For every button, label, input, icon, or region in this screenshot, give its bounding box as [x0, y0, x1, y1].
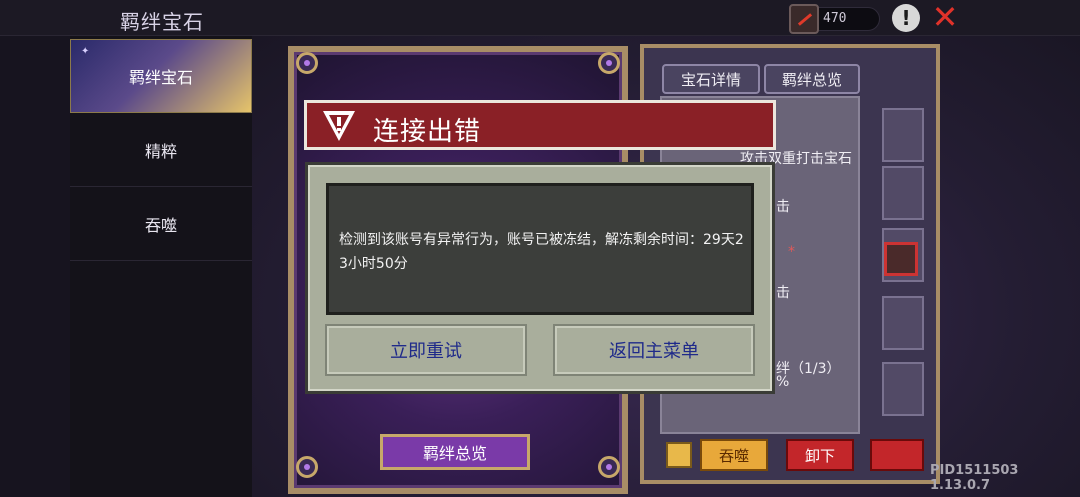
dialog-title: 连接出错: [373, 117, 482, 147]
close-button[interactable]: ✕: [930, 0, 960, 36]
message-box: 检测到该账号有异常行为，账号已被冻结，解冻剩余时间：29天23小时50分: [326, 183, 754, 315]
sidebar: 羁绊宝石 精粹 吞噬: [70, 36, 252, 497]
red-gem-icon: [884, 242, 918, 276]
corner-gem-icon: [598, 456, 620, 478]
currency-display: 470: [789, 4, 880, 34]
warning-icon: [323, 111, 355, 141]
retry-button[interactable]: 立即重试: [325, 324, 527, 376]
top-bar: 羁绊宝石 470 ! ✕: [0, 0, 1080, 36]
corner-gem-icon: [296, 52, 318, 74]
corner-gem-icon: [296, 456, 318, 478]
stat-text: 击: [776, 285, 790, 301]
lock-button[interactable]: [666, 442, 692, 468]
bond-overview-button[interactable]: 羁绊总览: [380, 434, 530, 470]
gem-slot[interactable]: [882, 108, 924, 162]
sidebar-item-label: 精粹: [144, 141, 177, 161]
sidebar-item-devour[interactable]: 吞噬: [70, 187, 252, 261]
tab-gem-details[interactable]: 宝石详情: [662, 64, 760, 94]
corner-gem-icon: [598, 52, 620, 74]
gem-slot[interactable]: [882, 166, 924, 220]
page-title: 羁绊宝石: [120, 10, 204, 34]
sidebar-item-essence[interactable]: 精粹: [70, 113, 252, 187]
sidebar-item-bond-gem[interactable]: 羁绊宝石: [70, 39, 252, 113]
error-message: 检测到该账号有异常行为，账号已被冻结，解冻剩余时间：29天23小时50分: [339, 232, 744, 272]
action-button[interactable]: [870, 439, 924, 471]
unload-button[interactable]: 卸下: [786, 439, 854, 471]
sidebar-item-label: 羁绊宝石: [128, 68, 193, 87]
gem-slot[interactable]: [882, 362, 924, 416]
exclamation-icon: !: [901, 6, 911, 30]
sidebar-item-label: 吞噬: [144, 215, 177, 235]
main-menu-button[interactable]: 返回主菜单: [553, 324, 755, 376]
stat-text: 击: [776, 199, 790, 215]
gem-slot[interactable]: [882, 296, 924, 350]
dialog-header: 连接出错: [304, 100, 776, 150]
help-button[interactable]: !: [892, 4, 920, 32]
red-sword-icon: [789, 4, 819, 34]
stat-text: *: [788, 244, 795, 260]
currency-value: 470: [823, 11, 847, 26]
tab-bond-overview[interactable]: 羁绊总览: [764, 64, 860, 94]
devour-button[interactable]: 吞噬: [700, 439, 768, 471]
stat-text: %: [776, 374, 790, 390]
close-icon: ✕: [931, 0, 959, 36]
version-text: PID1511503 1.13.0.7: [930, 463, 1019, 493]
